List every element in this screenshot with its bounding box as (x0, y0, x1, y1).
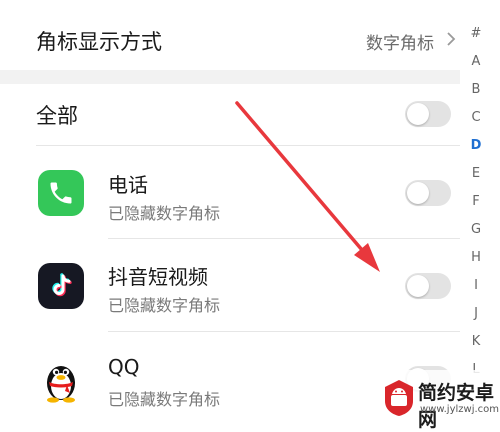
index-letter[interactable]: I (461, 278, 491, 293)
divider (36, 145, 460, 146)
index-letter[interactable]: A (461, 54, 491, 69)
all-apps-row: 全部 (0, 84, 460, 144)
index-letter[interactable]: # (461, 26, 491, 41)
app-name-qq: QQ (108, 355, 140, 379)
index-letter[interactable]: E (461, 166, 491, 181)
divider (108, 331, 460, 332)
section-gap (0, 70, 460, 84)
toggle-knob (407, 182, 429, 204)
badge-display-mode-label: 角标显示方式 (36, 30, 162, 54)
app-name-phone: 电话 (108, 173, 148, 197)
index-letter[interactable]: G (461, 222, 491, 237)
chevron-right-icon (447, 32, 456, 46)
site-watermark: 简约安卓网 www.jylzwj.com (374, 370, 500, 431)
douyin-badge-toggle[interactable] (405, 273, 451, 299)
app-status-qq: 已隐藏数字角标 (108, 390, 221, 409)
app-name-douyin: 抖音短视频 (108, 265, 208, 289)
phone-icon (38, 170, 84, 216)
index-letter-active[interactable]: D (461, 138, 491, 153)
alphabet-index-bar[interactable]: # A B C D E F G H I J K L (461, 20, 491, 420)
toggle-knob (407, 103, 429, 125)
phone-badge-toggle[interactable] (405, 180, 451, 206)
index-letter[interactable]: F (461, 194, 491, 209)
index-letter[interactable]: K (461, 334, 491, 349)
toggle-knob (407, 275, 429, 297)
badge-display-mode-value: 数字角标 (366, 34, 434, 54)
index-letter[interactable]: C (461, 110, 491, 125)
divider (108, 238, 460, 239)
index-letter[interactable]: J (461, 306, 491, 321)
android-logo-icon (385, 380, 413, 416)
all-apps-toggle[interactable] (405, 101, 451, 127)
tiktok-icon (38, 263, 84, 309)
index-letter[interactable]: B (461, 82, 491, 97)
app-status-douyin: 已隐藏数字角标 (108, 296, 221, 315)
watermark-url: www.jylzwj.com (420, 404, 500, 415)
app-status-phone: 已隐藏数字角标 (108, 204, 221, 223)
index-letter[interactable]: H (461, 250, 491, 265)
badge-display-mode-row[interactable]: 角标显示方式 数字角标 (0, 0, 460, 78)
all-apps-label: 全部 (36, 104, 78, 128)
qq-penguin-icon (38, 357, 84, 403)
